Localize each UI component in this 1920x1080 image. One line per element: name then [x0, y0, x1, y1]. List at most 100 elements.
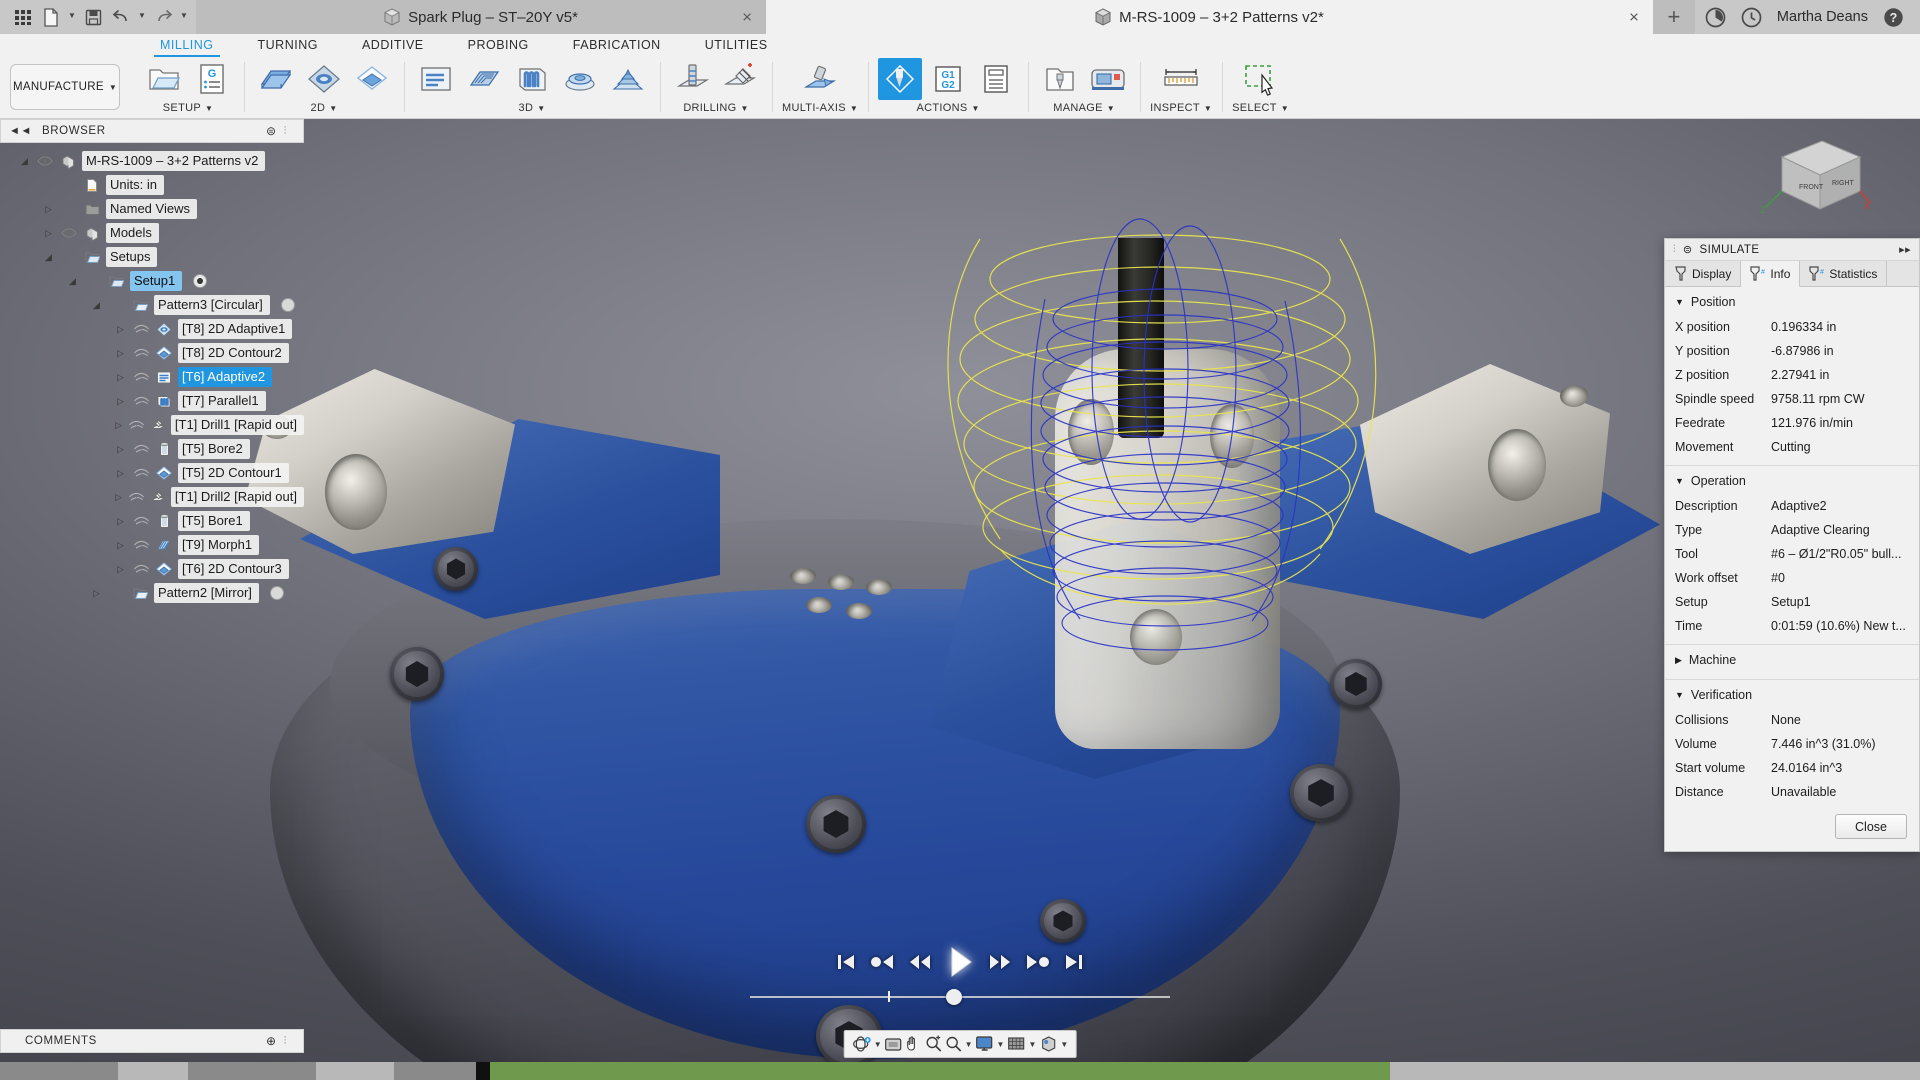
display-settings-tool[interactable]: ▼	[975, 1035, 1005, 1053]
visibility-eye-icon[interactable]	[132, 395, 150, 407]
tool-library-icon[interactable]	[1038, 58, 1082, 100]
expand-arrow-closed-icon[interactable]: ▷	[90, 588, 103, 599]
visibility-eye-icon[interactable]	[60, 227, 78, 239]
section-header-verification[interactable]: ▼Verification	[1665, 680, 1919, 708]
collapse-browser-icon[interactable]: ◄◄	[9, 125, 32, 137]
chevron-down-icon[interactable]: ▼	[329, 104, 337, 113]
simulation-progress-slider[interactable]	[750, 986, 1170, 1008]
expand-arrow-closed-icon[interactable]: ▷	[114, 324, 127, 335]
viewport-layout-tool[interactable]: ▼	[1038, 1035, 1068, 1053]
chevron-down-icon[interactable]: ▼	[537, 104, 545, 113]
parallel-icon[interactable]	[510, 58, 554, 100]
visibility-eye-icon[interactable]	[132, 443, 150, 455]
new-document-dropdown-caret[interactable]: ▼	[66, 11, 78, 24]
tree-item-setups[interactable]: ◢Setups	[0, 245, 304, 269]
step-back-operation-button[interactable]	[869, 951, 895, 973]
chevron-down-icon[interactable]: ▼	[1107, 104, 1115, 113]
adaptive2d-icon[interactable]	[302, 58, 346, 100]
tree-item-t8-2d-contour2[interactable]: ▷[T8] 2D Contour2	[0, 341, 304, 365]
visibility-eye-icon[interactable]	[36, 155, 54, 167]
tree-item-t5-bore1[interactable]: ▷[T5] Bore1	[0, 509, 304, 533]
chevron-down-icon[interactable]: ▼	[850, 104, 858, 113]
tree-item-t8-2d-adaptive1[interactable]: ▷[T8] 2D Adaptive1	[0, 317, 304, 341]
tree-item-units-in[interactable]: Units: in	[0, 173, 304, 197]
radial-icon[interactable]	[606, 58, 650, 100]
adaptive3d-icon[interactable]	[414, 58, 458, 100]
expand-arrow-open-icon[interactable]: ◢	[66, 276, 79, 287]
document-tab-0-close-icon[interactable]: ×	[742, 9, 752, 26]
help-icon[interactable]: ?	[1882, 6, 1904, 28]
new-document-icon[interactable]	[38, 4, 64, 30]
comments-header[interactable]: COMMENTS ⊕ ⫶	[0, 1029, 304, 1053]
redo-dropdown-caret[interactable]: ▼	[178, 11, 190, 24]
pocket-clearing-icon[interactable]	[462, 58, 506, 100]
pan-tool[interactable]	[905, 1035, 923, 1053]
tree-item-t1-drill1-rapid-out[interactable]: ▷[T1] Drill1 [Rapid out]	[0, 413, 304, 437]
recent-activity-icon[interactable]	[1741, 6, 1763, 28]
ribbon-tab-turning[interactable]: TURNING	[236, 36, 340, 56]
view-cube[interactable]: FRONT RIGHT Z X	[1752, 127, 1872, 227]
chevron-down-icon[interactable]: ▼	[972, 104, 980, 113]
tab-display[interactable]: Display	[1665, 261, 1741, 286]
panel-drag-handle[interactable]: ⫶	[1673, 244, 1676, 255]
rewind-button[interactable]	[907, 951, 933, 973]
panel-resize-handle[interactable]: ⫶	[284, 1035, 287, 1048]
ribbon-tab-probing[interactable]: PROBING	[446, 36, 551, 56]
section-header-operation[interactable]: ▼Operation	[1665, 466, 1919, 494]
app-grid-icon[interactable]	[10, 4, 36, 30]
panel-resize-handle[interactable]: ⫶	[284, 125, 287, 138]
step-forward-operation-button[interactable]	[1025, 951, 1051, 973]
expand-arrow-closed-icon[interactable]: ▷	[114, 396, 127, 407]
expand-arrow-closed-icon[interactable]: ▷	[42, 228, 55, 239]
tree-item-status-chip[interactable]	[281, 298, 295, 312]
close-button[interactable]: Close	[1835, 814, 1907, 839]
document-tab-1[interactable]: M-RS-1009 – 3+2 Patterns v2* ×	[766, 0, 1653, 34]
tree-item-t5-2d-contour1[interactable]: ▷[T5] 2D Contour1	[0, 461, 304, 485]
tree-item-m-rs-1009-3-2-patterns-v2[interactable]: ◢M-RS-1009 – 3+2 Patterns v2	[0, 149, 304, 173]
tree-item-status-chip[interactable]	[270, 586, 284, 600]
setup-folder-icon[interactable]	[142, 58, 186, 100]
tree-item-status-chip[interactable]	[193, 274, 207, 288]
ribbon-tab-milling[interactable]: MILLING	[138, 36, 236, 56]
tree-item-setup1[interactable]: ◢Setup1	[0, 269, 304, 293]
expand-panel-icon[interactable]: ▸▸	[1899, 243, 1911, 256]
tree-item-pattern3-circular[interactable]: ◢Pattern3 [Circular]	[0, 293, 304, 317]
tree-item-t6-adaptive2[interactable]: ▷[T6] Adaptive2	[0, 365, 304, 389]
undo-icon[interactable]	[108, 4, 134, 30]
chevron-down-icon[interactable]: ▼	[740, 104, 748, 113]
tree-item-t1-drill2-rapid-out[interactable]: ▷[T1] Drill2 [Rapid out]	[0, 485, 304, 509]
fast-forward-button[interactable]	[987, 951, 1013, 973]
expand-arrow-closed-icon[interactable]: ▷	[114, 468, 127, 479]
expand-arrow-closed-icon[interactable]: ▷	[114, 348, 127, 359]
visibility-eye-icon[interactable]	[132, 467, 150, 479]
tree-item-t7-parallel1[interactable]: ▷[T7] Parallel1	[0, 389, 304, 413]
chevron-down-icon[interactable]: ▼	[205, 104, 213, 113]
fit-tool[interactable]: ▼	[945, 1035, 973, 1053]
visibility-eye-icon[interactable]	[132, 347, 150, 359]
setup-sheet-icon[interactable]	[974, 58, 1018, 100]
expand-arrow-closed-icon[interactable]: ▷	[114, 516, 127, 527]
scallop-icon[interactable]	[558, 58, 602, 100]
tree-item-t9-morph1[interactable]: ▷[T9] Morph1	[0, 533, 304, 557]
chevron-down-icon[interactable]: ▼	[1204, 104, 1212, 113]
expand-arrow-closed-icon[interactable]: ▷	[114, 444, 127, 455]
drill-icon[interactable]	[670, 58, 714, 100]
skip-to-end-button[interactable]	[1063, 951, 1085, 973]
ribbon-tab-fabrication[interactable]: FABRICATION	[551, 36, 683, 56]
play-button[interactable]	[945, 945, 975, 979]
tree-item-t6-2d-contour3[interactable]: ▷[T6] 2D Contour3	[0, 557, 304, 581]
tab-info[interactable]: # Info	[1741, 261, 1800, 287]
expand-arrow-closed-icon[interactable]: ▷	[42, 204, 55, 215]
expand-arrow-open-icon[interactable]: ◢	[90, 300, 103, 311]
visibility-eye-icon[interactable]	[132, 515, 150, 527]
expand-arrow-closed-icon[interactable]: ▷	[114, 540, 127, 551]
ribbon-tab-utilities[interactable]: UTILITIES	[683, 36, 790, 56]
measure-icon[interactable]	[1159, 58, 1203, 100]
select-window-icon[interactable]	[1239, 58, 1283, 100]
expand-arrow-closed-icon[interactable]: ▷	[114, 564, 127, 575]
chevron-down-icon[interactable]: ▼	[874, 1040, 882, 1049]
workspace-selector[interactable]: MANUFACTURE ▼	[10, 64, 120, 110]
redo-icon[interactable]	[150, 4, 176, 30]
visibility-eye-icon[interactable]	[132, 539, 150, 551]
simulate-icon[interactable]	[878, 58, 922, 100]
